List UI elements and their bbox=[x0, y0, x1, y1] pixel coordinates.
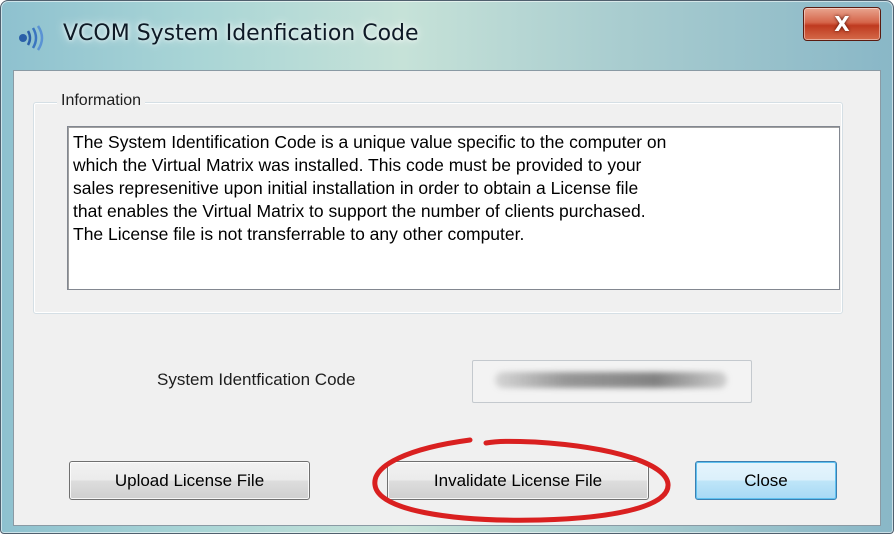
sound-waves-icon bbox=[17, 25, 47, 51]
close-icon: X bbox=[834, 12, 850, 36]
title-bar[interactable]: VCOM System Idenfication Code bbox=[1, 1, 893, 69]
system-code-field[interactable] bbox=[472, 360, 752, 403]
close-button[interactable]: Close bbox=[695, 461, 837, 500]
window-title: VCOM System Idenfication Code bbox=[63, 21, 419, 46]
invalidate-license-button[interactable]: Invalidate License File bbox=[387, 461, 649, 500]
system-code-label: System Identfication Code bbox=[157, 370, 356, 389]
redacted-code-value bbox=[495, 372, 727, 388]
information-textbox[interactable]: The System Identification Code is a uniq… bbox=[67, 126, 840, 290]
information-group-label: Information bbox=[57, 92, 146, 110]
close-window-button[interactable]: X bbox=[803, 7, 881, 41]
upload-license-button[interactable]: Upload License File bbox=[69, 461, 310, 500]
information-text: The System Identification Code is a uniq… bbox=[73, 132, 667, 244]
